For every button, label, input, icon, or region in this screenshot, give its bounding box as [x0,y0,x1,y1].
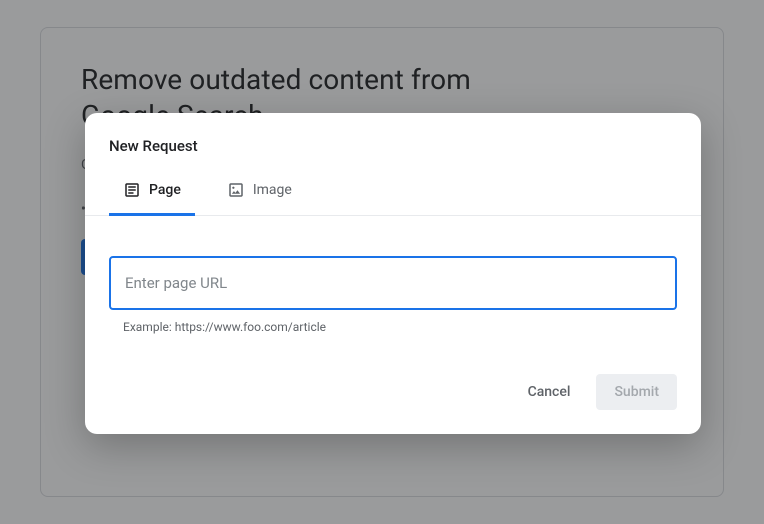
dialog-body: Example: https://www.foo.com/article [85,216,701,346]
dialog-actions: Cancel Submit [85,346,701,434]
page-icon [123,181,141,199]
dialog-title: New Request [85,113,701,155]
submit-button[interactable]: Submit [596,374,677,410]
tab-image[interactable]: Image [213,169,306,216]
dialog-tabs: Page Image [85,169,701,216]
image-icon [227,181,245,199]
new-request-dialog: New Request Page Image Example: https://… [85,113,701,434]
example-text: Example: https://www.foo.com/article [109,320,677,334]
tab-page-label: Page [149,182,181,198]
tab-page[interactable]: Page [109,169,195,216]
cancel-button[interactable]: Cancel [514,376,585,408]
tab-image-label: Image [253,182,292,198]
page-url-input[interactable] [109,256,677,310]
